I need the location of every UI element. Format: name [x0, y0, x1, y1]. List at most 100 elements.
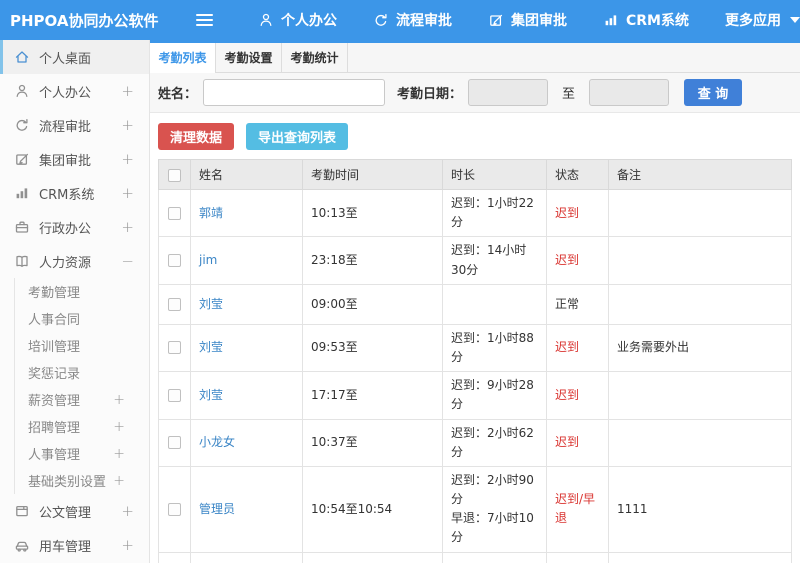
sidebar-subitem[interactable]: 基础类别设置 + — [15, 467, 149, 494]
duration-line: 迟到：1小时22分 — [451, 196, 534, 230]
sidebar-item[interactable]: 用车管理 + — [0, 528, 149, 562]
cell-status: 迟到 — [546, 323, 609, 373]
topnav-item[interactable]: 个人办公 — [258, 10, 337, 30]
sidebar-item-label: 集团审批 — [39, 153, 92, 169]
cell-remark: 1111 — [608, 465, 792, 553]
sidebar-submenu: 考勤管理 人事合同 培训管理 奖惩记录 薪资管理 + 招聘管理 + 人事管理 + 基础类别设置 + — [14, 278, 149, 494]
expand-toggle[interactable]: + — [113, 419, 125, 435]
sidebar-subitem[interactable]: 人事管理 + — [15, 440, 149, 467]
row-checkbox[interactable] — [168, 341, 181, 355]
row-checkbox-cell — [158, 323, 191, 373]
expand-toggle[interactable]: + — [121, 150, 134, 168]
sidebar-subitem[interactable]: 培训管理 — [15, 332, 149, 359]
sidebar-item[interactable]: 行政办公 + — [0, 210, 149, 244]
duration-line: 迟到：14小时30分 — [451, 243, 527, 277]
topnav-item[interactable]: 更多应用 — [725, 10, 800, 30]
row-checkbox-cell — [158, 188, 191, 238]
expand-toggle[interactable]: + — [121, 184, 134, 202]
menu-toggle-icon[interactable] — [196, 11, 216, 29]
sidebar-subitem-label: 人事合同 — [28, 313, 81, 328]
topnav-item[interactable]: 集团审批 — [488, 10, 567, 30]
expand-toggle[interactable]: + — [121, 502, 134, 520]
car-icon — [14, 537, 30, 553]
name-input[interactable] — [203, 79, 386, 106]
cell-time: 17:17至 — [302, 371, 443, 420]
table-row: 郭靖 10:13至 迟到：1小时22分 迟到 — [158, 188, 792, 238]
action-buttons: 清理数据 导出查询列表 — [158, 123, 792, 150]
tab-item[interactable]: 考勤列表 — [150, 43, 216, 74]
cell-remark: 业务需要外出 — [608, 323, 792, 373]
employee-name-link[interactable]: 刘莹 — [199, 340, 223, 354]
date-to-input[interactable] — [589, 79, 670, 106]
cell-remark — [608, 236, 792, 285]
tab-bar: 考勤列表 考勤设置 考勤统计 — [150, 43, 800, 74]
sidebar-subitem-label: 招聘管理 — [28, 421, 81, 436]
sidebar-subitem[interactable]: 奖惩记录 — [15, 359, 149, 386]
process-icon — [14, 117, 30, 133]
sidebar-subitem[interactable]: 招聘管理 + — [15, 413, 149, 440]
sidebar-subitem[interactable]: 考勤管理 — [15, 278, 149, 305]
select-all-checkbox[interactable] — [168, 168, 181, 182]
cell-duration: 迟到：9小时28分 — [442, 371, 547, 420]
cell-name: 王壹辉 — [190, 551, 303, 563]
expand-toggle[interactable]: + — [121, 82, 134, 100]
employee-name-link[interactable]: 管理员 — [199, 502, 235, 516]
sidebar-item-label: 用车管理 — [39, 539, 92, 555]
expand-toggle[interactable]: + — [121, 116, 134, 134]
edit-icon — [14, 151, 30, 167]
search-form: 姓名： 考勤日期： 至 查 询 — [150, 73, 800, 113]
tab-item[interactable]: 考勤设置 — [216, 43, 282, 72]
sidebar-item[interactable]: 个人桌面 — [0, 40, 149, 74]
row-checkbox[interactable] — [168, 502, 181, 516]
sidebar-subitem[interactable]: 薪资管理 + — [15, 386, 149, 413]
sidebar-subitem-label: 基础类别设置 — [28, 475, 107, 490]
expand-toggle[interactable]: + — [121, 536, 134, 554]
row-checkbox[interactable] — [168, 253, 181, 267]
date-label: 考勤日期： — [397, 87, 463, 102]
employee-name-link[interactable]: 刘莹 — [199, 388, 223, 402]
employee-name-link[interactable]: 刘莹 — [199, 297, 223, 311]
status-badge: 迟到 — [555, 340, 580, 355]
app-logo: PHPOA协同办公软件 — [10, 11, 159, 30]
top-navbar: PHPOA协同办公软件 个人办公 流程审批 集团审批 CRM系统 更多应用 — [0, 0, 800, 40]
cell-status: 迟到 — [546, 188, 609, 238]
topnav-item[interactable]: 流程审批 — [373, 10, 452, 30]
sidebar-item[interactable]: 集团审批 + — [0, 142, 149, 176]
query-button[interactable]: 查 询 — [684, 79, 743, 106]
date-from-input[interactable] — [468, 79, 549, 106]
chart-icon — [603, 12, 619, 28]
chart-icon — [14, 185, 30, 201]
row-checkbox[interactable] — [168, 297, 181, 311]
expand-toggle[interactable]: + — [113, 392, 125, 408]
expand-toggle[interactable]: + — [113, 473, 125, 489]
cell-duration: 迟到：1小时88分 — [442, 323, 547, 373]
clean-data-button[interactable]: 清理数据 — [158, 123, 235, 150]
sidebar-item[interactable]: 个人办公 + — [0, 74, 149, 108]
table-header-row: 姓名 考勤时间 时长 状态 备注 — [158, 159, 792, 190]
cell-time: 10:13至 — [302, 188, 443, 238]
cell-status: 迟到 — [546, 236, 609, 285]
sidebar-item[interactable]: 公文管理 + — [0, 494, 149, 528]
expand-toggle[interactable]: + — [121, 218, 134, 236]
sidebar-item[interactable]: 人力资源 − — [0, 244, 149, 278]
employee-name-link[interactable]: 小龙女 — [199, 435, 235, 449]
sidebar-subitem[interactable]: 人事合同 — [15, 305, 149, 332]
employee-name-link[interactable]: jim — [199, 253, 217, 267]
sidebar-item[interactable]: 流程审批 + — [0, 108, 149, 142]
topnav-item[interactable]: CRM系统 — [603, 10, 689, 30]
cell-status: 迟到 — [546, 551, 609, 563]
employee-name-link[interactable]: 郭靖 — [199, 206, 223, 220]
person-icon — [258, 12, 274, 28]
cell-status: 迟到/早退 — [546, 465, 609, 553]
row-checkbox[interactable] — [168, 206, 181, 220]
cell-time: 10:37至 — [302, 418, 443, 467]
export-list-button[interactable]: 导出查询列表 — [246, 123, 349, 150]
row-checkbox[interactable] — [168, 388, 181, 402]
tab-item[interactable]: 考勤统计 — [282, 43, 348, 72]
row-checkbox-cell — [158, 551, 191, 563]
sidebar-item[interactable]: CRM系统 + — [0, 176, 149, 210]
expand-toggle[interactable]: + — [113, 446, 125, 462]
sidebar-item-label: 公文管理 — [39, 505, 92, 521]
expand-toggle[interactable]: − — [121, 252, 134, 270]
row-checkbox[interactable] — [168, 436, 181, 450]
